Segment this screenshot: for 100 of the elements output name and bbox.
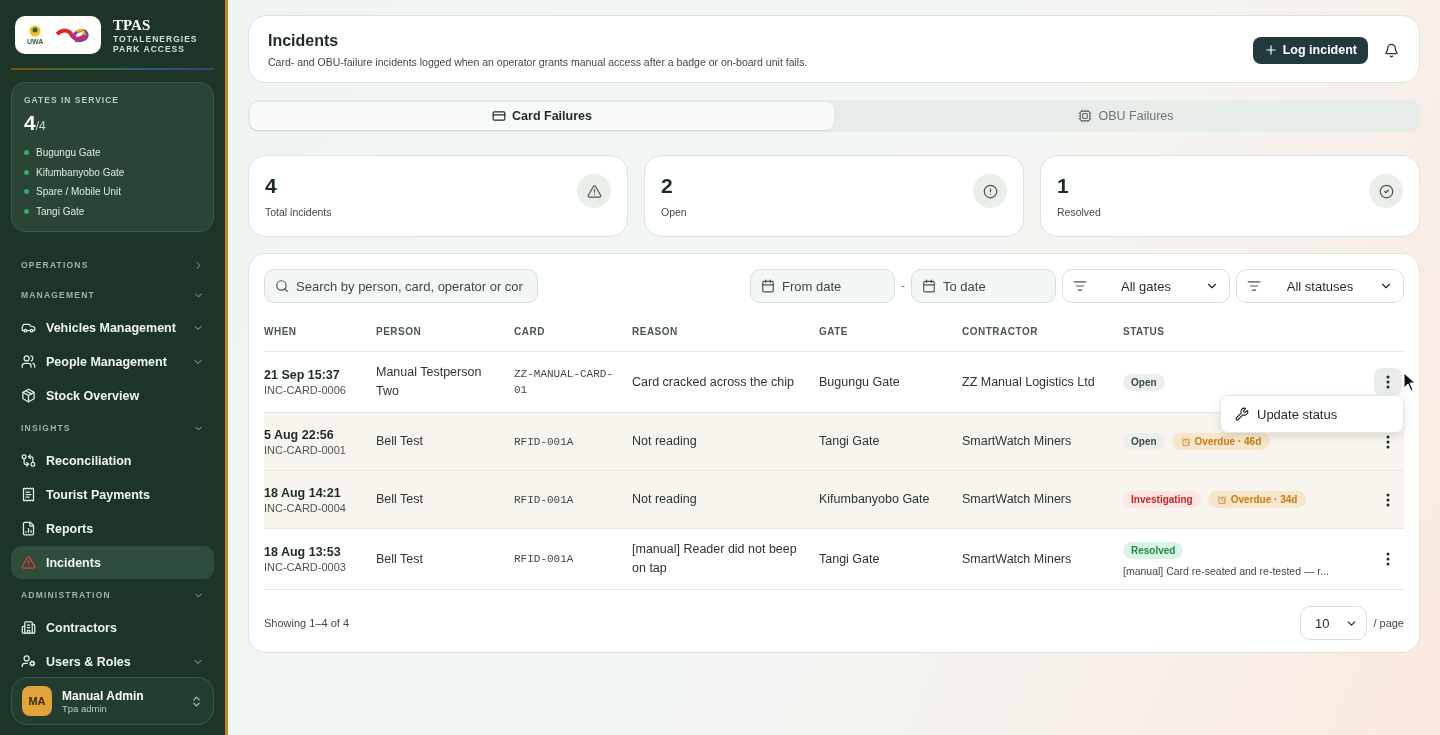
resolution-note: [manual] Card re-seated and re-tested — r... bbox=[1123, 564, 1331, 577]
gate-name: Kifumbanyobo Gate bbox=[36, 166, 125, 178]
log-incident-button[interactable]: Log incident bbox=[1252, 36, 1368, 64]
stat-label: Total incidents bbox=[265, 206, 332, 218]
nav-section-header[interactable]: INSIGHTS bbox=[11, 413, 214, 443]
gate-cell-text: Tangi Gate bbox=[819, 433, 881, 450]
incident-time: 21 Sep 15:37 bbox=[264, 368, 341, 382]
card-icon bbox=[492, 109, 507, 123]
incident-time: 5 Aug 22:56 bbox=[264, 427, 335, 442]
nav-item[interactable]: Incidents bbox=[11, 546, 214, 579]
tab[interactable]: OBU Failures bbox=[834, 102, 1418, 130]
brand-subtitle: PARK ACCESS bbox=[113, 43, 186, 54]
alert-circle-icon bbox=[973, 174, 1007, 208]
reason-cell-text: [manual] Reader did not beep on tap bbox=[632, 541, 798, 577]
people-icon bbox=[21, 354, 36, 369]
person-cell-text: Bell Test bbox=[376, 550, 424, 568]
nav-item[interactable]: Vehicles Management bbox=[11, 311, 214, 344]
nav-section-header[interactable]: ADMINISTRATION bbox=[11, 580, 214, 610]
contractor-cell-text: ZZ Manual Logistics Ltd bbox=[962, 373, 1096, 391]
swirl-logo-icon bbox=[55, 26, 90, 44]
contractor-cell-text: SmartWatch Miners bbox=[962, 433, 1073, 450]
status-badge: Open bbox=[1123, 433, 1165, 450]
from-date-field[interactable]: From date bbox=[750, 269, 895, 303]
nav-item[interactable]: People Management bbox=[11, 345, 214, 378]
nav-section-header[interactable]: MANAGEMENT bbox=[11, 280, 214, 310]
brand-title: TPAS bbox=[113, 16, 152, 34]
calendar-icon bbox=[761, 279, 775, 293]
person-cell-text: Bell Test bbox=[376, 433, 424, 450]
search-icon bbox=[275, 279, 289, 293]
row-actions-button[interactable] bbox=[1374, 368, 1402, 396]
gate-cell-text: Bugungu Gate bbox=[819, 373, 901, 391]
search-field[interactable]: Search by person, card, operator or cor bbox=[264, 269, 538, 303]
status-badge: Investigating bbox=[1123, 491, 1201, 508]
gate-name: Tangi Gate bbox=[36, 205, 85, 217]
more-icon bbox=[1386, 375, 1390, 389]
column-header: REASON bbox=[632, 326, 679, 337]
status-badge: Resolved bbox=[1123, 541, 1184, 559]
card-cell-text: ZZ-MANUAL-CARD-01 bbox=[514, 367, 615, 398]
nav-item[interactable]: Users & Roles bbox=[11, 645, 214, 667]
warning-icon bbox=[21, 555, 36, 570]
nav-item[interactable]: Tourist Payments bbox=[11, 478, 214, 511]
avatar: MA bbox=[22, 686, 52, 716]
calendar-icon bbox=[922, 279, 936, 293]
page-title: Incidents bbox=[268, 32, 340, 50]
incident-id: INC-CARD-0006 bbox=[264, 384, 347, 396]
warning-icon bbox=[577, 174, 611, 208]
alarm-icon bbox=[1180, 436, 1191, 447]
stat-label: Resolved bbox=[1057, 206, 1101, 218]
column-header: PERSON bbox=[376, 326, 423, 337]
plus-icon bbox=[1263, 43, 1278, 57]
page-size-select[interactable]: 10 bbox=[1299, 606, 1368, 640]
nav-item[interactable]: Reports bbox=[11, 512, 214, 545]
gate-cell-text: Kifumbanyobo Gate bbox=[819, 491, 931, 508]
wrench-icon bbox=[1235, 407, 1249, 421]
card-cell-text: RFID-001A bbox=[514, 552, 575, 567]
card-cell-text: RFID-001A bbox=[514, 434, 575, 450]
user-menu[interactable]: MA Manual Admin Tpa admin bbox=[11, 677, 214, 725]
menu-item[interactable]: Update status bbox=[1225, 400, 1399, 428]
status-dot bbox=[24, 189, 29, 195]
column-header: WHEN bbox=[264, 326, 298, 337]
nav-section-header[interactable]: OPERATIONS bbox=[11, 250, 214, 280]
gate-filter[interactable]: All gates bbox=[1062, 269, 1230, 303]
card-label: GATES IN SERVICE bbox=[24, 95, 121, 105]
to-date-field[interactable]: To date bbox=[911, 269, 1056, 303]
date-separator: - bbox=[901, 279, 905, 293]
incident-id: INC-CARD-0003 bbox=[264, 561, 347, 573]
filter-icon bbox=[1247, 279, 1261, 293]
user-name: Manual Admin bbox=[62, 688, 145, 703]
user-role: Tpa admin bbox=[62, 702, 108, 714]
gate-name: Spare / Mobile Unit bbox=[36, 186, 122, 198]
gate-count: 4 bbox=[24, 111, 36, 135]
person-cell-text: Bell Test bbox=[376, 491, 424, 508]
status-dot bbox=[24, 150, 29, 156]
contractor-cell-text: SmartWatch Miners bbox=[962, 550, 1073, 568]
overdue-badge: Overdue · 34d bbox=[1207, 491, 1307, 508]
status-dot bbox=[24, 169, 29, 175]
brand-subtitle: TOTALENERGIES bbox=[113, 33, 198, 44]
chip-icon bbox=[1078, 109, 1093, 123]
more-icon bbox=[1386, 492, 1390, 507]
stat-value: 2 bbox=[661, 174, 674, 198]
nav-item[interactable]: Reconciliation bbox=[11, 444, 214, 477]
column-header: GATE bbox=[819, 326, 850, 337]
tab[interactable]: Card Failures bbox=[250, 102, 834, 130]
nav-item[interactable]: Contractors bbox=[11, 611, 214, 644]
status-filter[interactable]: All statuses bbox=[1236, 269, 1404, 303]
column-header: CARD bbox=[514, 326, 546, 337]
expand-icon bbox=[190, 694, 203, 708]
status-badge: Open bbox=[1123, 373, 1165, 391]
incident-id: INC-CARD-0004 bbox=[264, 501, 347, 514]
report-icon bbox=[21, 521, 36, 536]
incident-time: 18 Aug 14:21 bbox=[264, 485, 342, 500]
card-cell-text: RFID-001A bbox=[514, 492, 575, 508]
receipt-icon bbox=[21, 487, 36, 502]
nav-item[interactable]: Stock Overview bbox=[11, 379, 214, 412]
emblem-icon bbox=[29, 25, 42, 37]
more-icon bbox=[1386, 434, 1390, 449]
showing-count: Showing 1–4 of 4 bbox=[264, 617, 349, 629]
compare-icon bbox=[21, 453, 36, 468]
reason-cell-text: Not reading bbox=[632, 491, 698, 508]
alarm-icon bbox=[1216, 494, 1227, 505]
